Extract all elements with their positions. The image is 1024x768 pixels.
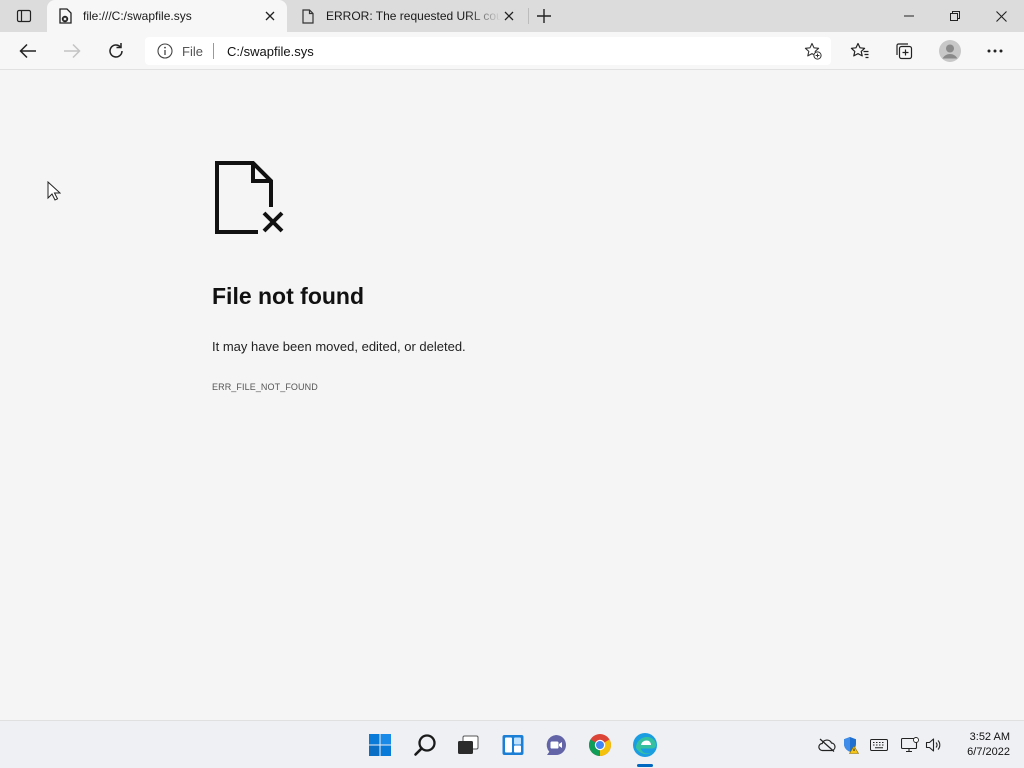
volume-tray-icon[interactable] [925,736,943,754]
search-icon [414,734,436,756]
file-error-favicon-icon [57,8,73,24]
chrome-button[interactable] [584,729,616,761]
network-tray-icon[interactable] [901,736,919,754]
search-button[interactable] [409,729,441,761]
edge-button[interactable] [629,729,661,761]
add-favorite-icon[interactable] [803,41,823,61]
widgets-button[interactable] [497,729,529,761]
tab-divider [528,8,529,24]
security-tray-icon[interactable] [842,736,860,754]
active-app-indicator [637,764,653,767]
tab-title: ERROR: The requested URL could not be re… [326,9,501,23]
clock[interactable]: 3:52 AM 6/7/2022 [967,730,1010,760]
tab-actions-icon [16,9,32,23]
minimize-icon [904,15,914,17]
error-title: File not found [212,283,365,309]
collections-icon [896,43,913,60]
start-icon [369,734,391,756]
chat-button[interactable] [540,729,572,761]
refresh-icon [109,43,123,58]
restore-button[interactable] [932,0,978,32]
close-icon [995,10,1007,22]
chat-icon [546,735,566,755]
new-tab-button[interactable] [532,4,556,28]
collections-button[interactable] [890,37,918,65]
more-icon [987,49,1003,53]
close-tab-icon[interactable] [263,9,277,23]
edge-icon [633,733,657,757]
page-favicon-icon [300,8,316,24]
mouse-cursor-icon [47,181,61,201]
tab-title: file:///C:/swapfile.sys [83,9,192,23]
task-view-button[interactable] [452,729,484,761]
profile-button[interactable] [936,37,964,65]
restore-icon [950,11,960,21]
clock-date: 6/7/2022 [967,746,1010,758]
plus-icon [537,9,551,23]
task-view-icon [458,735,479,754]
chrome-icon [589,734,611,756]
tab-actions-button[interactable] [8,4,40,28]
minimize-button[interactable] [886,0,932,32]
close-window-button[interactable] [978,0,1024,32]
refresh-button[interactable] [102,37,130,65]
tab-file-swapfile[interactable]: file:///C:/swapfile.sys [47,0,287,32]
error-code: ERR_FILE_NOT_FOUND [212,382,318,392]
onedrive-tray-icon[interactable] [818,736,836,754]
info-icon[interactable] [157,43,173,59]
clock-time: 3:52 AM [969,731,1010,743]
avatar-icon [939,40,961,62]
keyboard-tray-icon[interactable] [870,736,888,754]
file-not-found-icon [215,161,286,235]
address-bar[interactable]: File C:/swapfile.sys [145,37,831,65]
favorites-icon [850,42,869,59]
address-scheme-label: File [182,44,203,59]
taskbar: 3:52 AM 6/7/2022 [0,720,1024,768]
back-button[interactable] [14,37,42,65]
tab-error-url[interactable]: ERROR: The requested URL could not be re… [290,0,526,32]
start-button[interactable] [364,729,396,761]
error-description: It may have been moved, edited, or delet… [212,339,466,354]
arrow-left-icon [19,43,36,59]
error-page: File not found It may have been moved, e… [0,71,1024,720]
navigation-toolbar: File C:/swapfile.sys [0,32,1024,70]
settings-more-button[interactable] [981,37,1009,65]
arrow-right-icon [64,43,81,59]
widgets-icon [502,735,524,755]
close-tab-icon[interactable] [502,9,516,23]
tab-strip: file:///C:/swapfile.sys ERROR: The reque… [0,0,1024,32]
address-url[interactable]: C:/swapfile.sys [227,44,314,59]
forward-button[interactable] [58,37,86,65]
address-divider [213,43,214,59]
favorites-button[interactable] [846,37,874,65]
